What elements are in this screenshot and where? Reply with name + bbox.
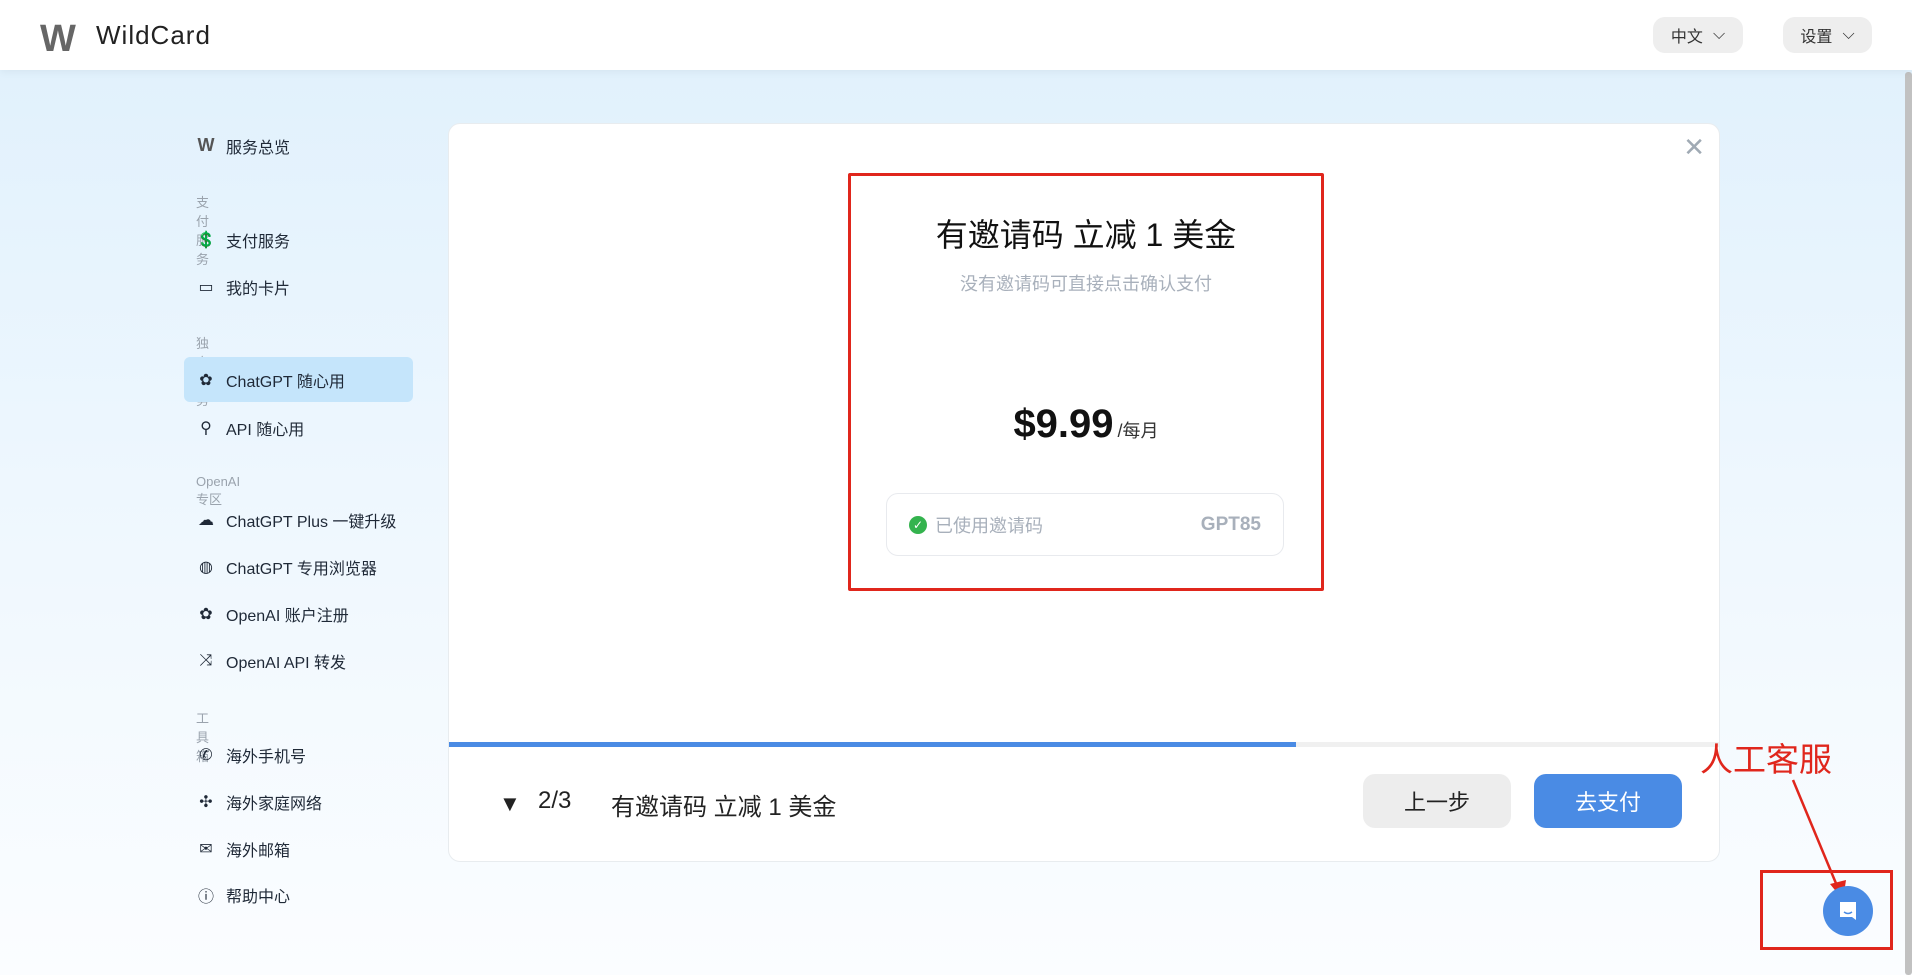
customer-service-button[interactable] — [1823, 886, 1873, 936]
top-bar: W WildCard 中文 ⌵ 设置 ⌵ — [0, 0, 1912, 70]
wildcard-logo[interactable]: W — [40, 18, 76, 61]
chat-icon — [1840, 902, 1856, 920]
settings-label: 设置 — [1800, 29, 1833, 46]
chevron-down-icon: ⌵ — [1712, 26, 1726, 43]
chevron-down-icon: ⌵ — [1842, 26, 1855, 43]
settings-dropdown[interactable]: 设置 ⌵ — [1783, 17, 1872, 53]
language-label: 中文 — [1670, 29, 1703, 46]
annotation-arrow — [1791, 779, 1846, 900]
language-dropdown[interactable]: 中文 ⌵ — [1653, 17, 1743, 53]
brand-name[interactable]: WildCard — [96, 20, 211, 51]
